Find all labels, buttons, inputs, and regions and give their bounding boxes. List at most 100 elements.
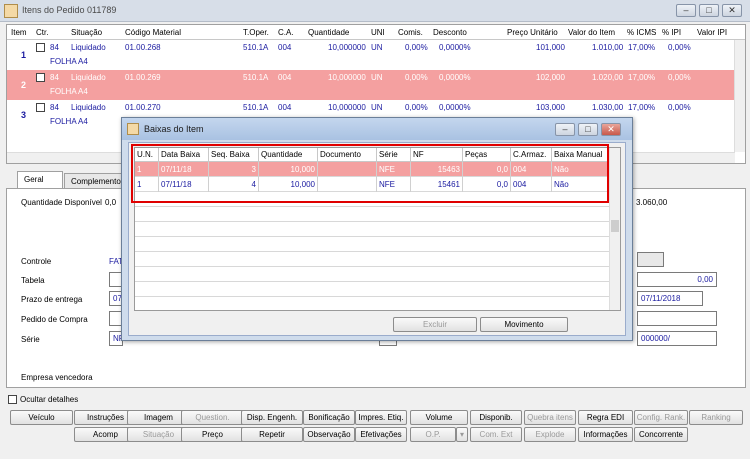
impres-etiq-button[interactable]: Impres. Etiq. xyxy=(355,410,407,425)
pedido-compra-right-field[interactable] xyxy=(637,311,717,326)
table-row[interactable]: 1 84 Liquidado FOLHA A4 01.00.268 510.1A… xyxy=(7,40,735,70)
cell-situacao: Liquidado xyxy=(71,73,106,82)
disp-engenh-button[interactable]: Disp. Engenh. xyxy=(241,410,303,425)
question-button[interactable]: Question. xyxy=(181,410,244,425)
dialog-grid-scrollbar[interactable] xyxy=(609,148,620,310)
dialog-minimize-button[interactable]: – xyxy=(555,123,575,136)
dialog-close-button[interactable]: ✕ xyxy=(601,123,621,136)
explode-button[interactable]: Explode xyxy=(524,427,576,442)
cell-ctr: 84 xyxy=(50,43,59,52)
tab-complemento[interactable]: Complemento xyxy=(64,173,126,189)
col-header[interactable]: Desconto xyxy=(433,28,467,37)
table-row-selected[interactable]: 2 84 Liquidado FOLHA A4 01.00.269 510.1A… xyxy=(7,70,735,100)
veiculo-button[interactable]: Veículo xyxy=(10,410,73,425)
cell-preco: 103,000 xyxy=(536,103,565,112)
cell-ipi: 0,00% xyxy=(668,103,691,112)
ranking-button[interactable]: Ranking xyxy=(689,410,743,425)
maximize-button[interactable]: □ xyxy=(699,4,719,17)
cell-ctr: 84 xyxy=(50,103,59,112)
cell-comis: 0,00% xyxy=(405,103,428,112)
tab-geral[interactable]: Geral xyxy=(17,171,63,189)
movimento-button[interactable]: Movimento xyxy=(480,317,568,332)
col-header[interactable]: Valor do Item xyxy=(568,28,615,37)
empty-row xyxy=(135,207,610,222)
dialog-title-bar[interactable]: Baixas do Item – □ ✕ xyxy=(122,118,632,140)
col-header[interactable]: Código Material xyxy=(125,28,181,37)
regra-edi-button[interactable]: Regra EDI xyxy=(578,410,633,425)
cell-codigo: 01.00.268 xyxy=(125,43,161,52)
config-rank-button[interactable]: Config. Rank. xyxy=(634,410,688,425)
cell-quantidade: 10,000000 xyxy=(328,103,366,112)
cell-valor: 1.020,00 xyxy=(592,73,624,82)
aux-field[interactable] xyxy=(637,252,664,267)
op-dropdown-icon[interactable]: ▾ xyxy=(456,427,468,442)
col-header[interactable]: C.A. xyxy=(278,28,294,37)
main-title-bar: Itens do Pedido 011789 – □ ✕ xyxy=(0,0,750,22)
cell-valor: 1.030,00 xyxy=(592,103,624,112)
total-value: 3.060,00 xyxy=(636,198,668,207)
cell-ctr: 84 xyxy=(50,73,59,82)
cell-toper: 510.1A xyxy=(243,103,269,112)
qtd-disponivel-value: 0,0 xyxy=(105,198,117,207)
ocultar-detalhes-checkbox[interactable] xyxy=(8,395,17,404)
cell-ipi: 0,00% xyxy=(668,73,691,82)
row-checkbox[interactable] xyxy=(36,103,45,112)
col-header[interactable]: Valor IPI xyxy=(697,28,727,37)
cell-preco: 102,000 xyxy=(536,73,565,82)
scrollbar-thumb[interactable] xyxy=(611,220,619,232)
cell-icms: 17,00% xyxy=(628,73,656,82)
com-ext-button[interactable]: Com. Ext xyxy=(470,427,522,442)
close-button[interactable]: ✕ xyxy=(722,4,742,17)
dialog-maximize-button[interactable]: □ xyxy=(578,123,598,136)
empty-row xyxy=(135,237,610,252)
col-header[interactable]: Item xyxy=(11,28,27,37)
col-header[interactable]: Preço Unitário xyxy=(507,28,558,37)
prazo-right-field[interactable]: 07/11/2018 xyxy=(637,291,703,306)
informacoes-button[interactable]: Informações xyxy=(578,427,633,442)
cell-desconto: 0,0000% xyxy=(439,73,471,82)
excluir-button[interactable]: Excluir xyxy=(393,317,477,332)
preco-button[interactable]: Preço xyxy=(181,427,244,442)
op-button[interactable]: O.P. xyxy=(410,427,456,442)
baixas-dialog: Baixas do Item – □ ✕ U.N. Data Baixa Seq… xyxy=(121,117,633,341)
concorrente-button[interactable]: Concorrente xyxy=(634,427,688,442)
disponib-button[interactable]: Disponib. xyxy=(470,410,522,425)
serie-right-field[interactable]: 000000/ xyxy=(637,331,717,346)
empresa-vencedora-label: Empresa vencedora xyxy=(21,373,93,382)
col-header[interactable]: % IPI xyxy=(662,28,681,37)
cell-preco: 101,000 xyxy=(536,43,565,52)
col-header[interactable]: Comis. xyxy=(398,28,423,37)
empty-row xyxy=(135,222,610,237)
col-header[interactable]: T.Oper. xyxy=(243,28,269,37)
cell-codigo: 01.00.270 xyxy=(125,103,161,112)
cell-uni: UN xyxy=(371,73,383,82)
col-header[interactable]: Ctr. xyxy=(36,28,48,37)
bonificacao-button[interactable]: Bonificação xyxy=(303,410,355,425)
cell-icms: 17,00% xyxy=(628,103,656,112)
col-header[interactable]: UNI xyxy=(371,28,385,37)
grid-vertical-scrollbar[interactable] xyxy=(734,40,745,152)
cell-toper: 510.1A xyxy=(243,73,269,82)
efetivacoes-button[interactable]: Efetivações xyxy=(355,427,407,442)
cell-icms: 17,00% xyxy=(628,43,656,52)
col-header[interactable]: Quantidade xyxy=(308,28,349,37)
quebra-itens-button[interactable]: Quebra itens xyxy=(524,410,576,425)
col-header[interactable]: Situação xyxy=(71,28,102,37)
cell-ipi: 0,00% xyxy=(668,43,691,52)
minimize-button[interactable]: – xyxy=(676,4,696,17)
volume-button[interactable]: Volume xyxy=(410,410,468,425)
row-checkbox[interactable] xyxy=(36,73,45,82)
controle-label: Controle xyxy=(21,257,52,266)
cell-ca: 004 xyxy=(278,103,292,112)
repetir-button[interactable]: Repetir xyxy=(241,427,303,442)
item-number: 2 xyxy=(21,80,27,90)
tabela-label: Tabela xyxy=(21,276,45,285)
grid-header: Item Ctr. Situação Código Material T.Ope… xyxy=(7,25,745,40)
col-header[interactable]: % ICMS xyxy=(627,28,656,37)
item-number: 3 xyxy=(21,110,27,120)
cell-quantidade: 10,000000 xyxy=(328,43,366,52)
row-checkbox[interactable] xyxy=(36,43,45,52)
observacao-button[interactable]: Observação xyxy=(303,427,355,442)
empty-row xyxy=(135,252,610,267)
tabela-right-field[interactable]: 0,00 xyxy=(637,272,717,287)
